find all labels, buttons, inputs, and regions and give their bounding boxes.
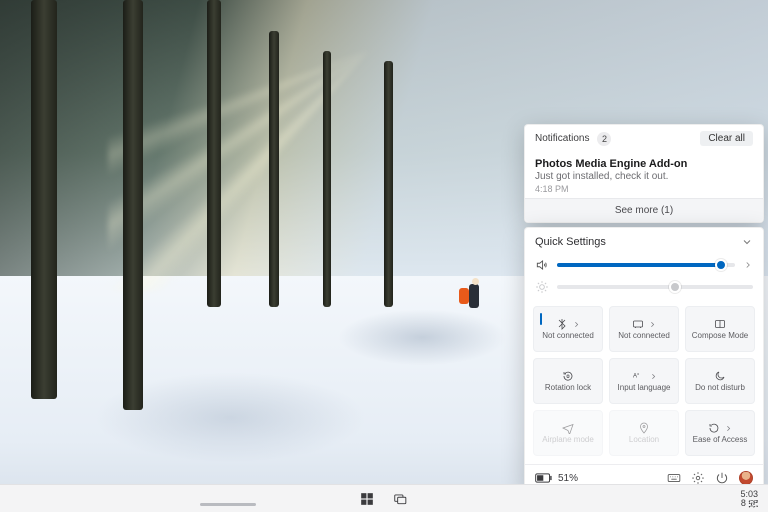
ease-label: Ease of Access bbox=[693, 436, 748, 444]
network-tile[interactable]: Not connected bbox=[609, 306, 679, 352]
battery-status[interactable]: 51% bbox=[535, 473, 578, 484]
quick-tiles-grid: Not connected Not connected Compose Mode bbox=[525, 300, 763, 464]
notification-title: Photos Media Engine Add-on bbox=[535, 158, 753, 170]
location-label: Location bbox=[629, 436, 659, 444]
ease-of-access-tile[interactable]: Ease of Access bbox=[685, 410, 755, 456]
taskbar: 5:03 8 ፶፫ bbox=[0, 484, 768, 512]
battery-percent: 51% bbox=[558, 473, 578, 484]
network-icon bbox=[632, 318, 644, 330]
notifications-title: Notifications bbox=[535, 133, 589, 144]
volume-slider-row bbox=[535, 258, 753, 272]
battery-icon bbox=[535, 473, 553, 483]
bluetooth-label: Not connected bbox=[542, 332, 594, 340]
compose-icon bbox=[714, 318, 726, 330]
notifications-count-badge: 2 bbox=[597, 132, 611, 146]
user-avatar[interactable] bbox=[739, 471, 753, 485]
airplane-icon bbox=[562, 422, 574, 434]
quick-settings-title: Quick Settings bbox=[535, 236, 606, 248]
gear-icon[interactable] bbox=[691, 471, 705, 485]
chevron-right-icon bbox=[724, 424, 733, 433]
bluetooth-tile[interactable]: Not connected bbox=[533, 306, 603, 352]
see-more-button[interactable]: See more (1) bbox=[525, 198, 763, 222]
start-button[interactable] bbox=[360, 492, 374, 506]
chevron-right-icon bbox=[648, 320, 657, 329]
clear-all-button[interactable]: Clear all bbox=[700, 131, 753, 146]
ease-of-access-icon bbox=[708, 422, 720, 434]
speaker-icon bbox=[535, 258, 549, 272]
chevron-down-icon bbox=[741, 236, 753, 248]
notification-time: 4:18 PM bbox=[535, 184, 753, 194]
keyboard-icon[interactable] bbox=[667, 471, 681, 485]
task-view-button[interactable] bbox=[392, 492, 408, 506]
notifications-panel: Notifications 2 Clear all Photos Media E… bbox=[524, 124, 764, 223]
brightness-icon bbox=[535, 280, 549, 294]
airplane-label: Airplane mode bbox=[542, 436, 594, 444]
compose-mode-tile[interactable]: Compose Mode bbox=[685, 306, 755, 352]
input-language-label: Input language bbox=[618, 384, 671, 392]
svg-text:A°: A° bbox=[633, 374, 640, 380]
chevron-right-icon bbox=[572, 320, 581, 329]
power-icon[interactable] bbox=[715, 471, 729, 485]
bluetooth-icon bbox=[556, 318, 568, 330]
input-language-icon: A° bbox=[631, 370, 645, 382]
brightness-slider-row bbox=[535, 280, 753, 294]
action-center: Notifications 2 Clear all Photos Media E… bbox=[524, 124, 764, 492]
drag-handle[interactable] bbox=[200, 503, 256, 506]
sliders-group bbox=[525, 256, 763, 300]
rotation-lock-tile[interactable]: Rotation lock bbox=[533, 358, 603, 404]
compose-label: Compose Mode bbox=[692, 332, 748, 340]
chevron-right-icon[interactable] bbox=[743, 260, 753, 270]
clock-date: 8 ፶፫ bbox=[740, 499, 758, 508]
dnd-label: Do not disturb bbox=[695, 384, 745, 392]
notification-item[interactable]: Photos Media Engine Add-on Just got inst… bbox=[525, 152, 763, 198]
brightness-slider[interactable] bbox=[557, 285, 753, 289]
chevron-right-icon bbox=[649, 372, 658, 381]
moon-icon bbox=[714, 370, 726, 382]
volume-slider[interactable] bbox=[557, 263, 735, 267]
quick-settings-panel: Quick Settings bbox=[524, 227, 764, 492]
network-label: Not connected bbox=[618, 332, 670, 340]
do-not-disturb-tile[interactable]: Do not disturb bbox=[685, 358, 755, 404]
clock[interactable]: 5:03 8 ፶፫ bbox=[740, 490, 758, 508]
airplane-mode-tile[interactable]: Airplane mode bbox=[533, 410, 603, 456]
location-icon bbox=[638, 422, 650, 434]
rotation-lock-icon bbox=[562, 370, 574, 382]
notifications-header: Notifications 2 Clear all bbox=[525, 125, 763, 152]
rotation-label: Rotation lock bbox=[545, 384, 591, 392]
input-language-tile[interactable]: A° Input language bbox=[609, 358, 679, 404]
location-tile[interactable]: Location bbox=[609, 410, 679, 456]
quick-settings-header[interactable]: Quick Settings bbox=[525, 228, 763, 256]
notification-text: Just got installed, check it out. bbox=[535, 171, 753, 182]
